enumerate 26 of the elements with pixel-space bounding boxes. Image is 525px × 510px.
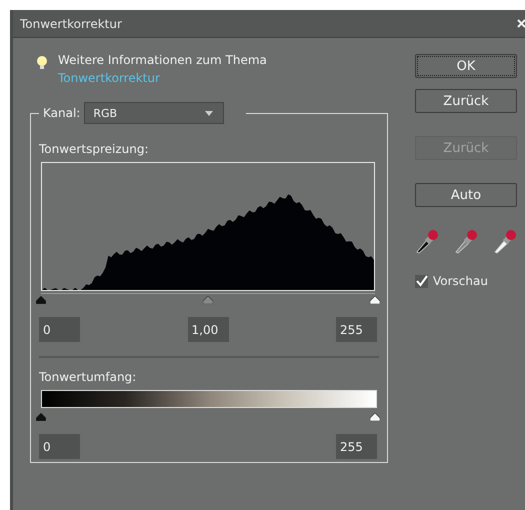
dropdown-caret-icon <box>205 110 214 116</box>
channel-label: Kanal: <box>43 106 80 120</box>
eyedropper-icon[interactable] <box>493 228 517 254</box>
slider-handle[interactable] <box>370 296 380 304</box>
window-title: Tonwertkorrektur <box>19 16 122 30</box>
slider-handle[interactable] <box>36 413 46 421</box>
light-bulb-icon <box>36 55 48 71</box>
slider-handle[interactable] <box>370 413 380 421</box>
value-field[interactable]: 255 <box>336 434 377 459</box>
preview-label[interactable]: Vorschau <box>433 274 488 288</box>
input-levels-label: Tonwertspreizung: <box>38 142 150 156</box>
value-field[interactable]: 255 <box>336 317 377 342</box>
value-field[interactable]: 1,00 <box>188 317 228 342</box>
dialog-button[interactable]: Auto <box>415 183 517 207</box>
value-field[interactable]: 0 <box>39 317 80 342</box>
value-field[interactable]: 0 <box>39 434 80 459</box>
channel-dropdown[interactable]: RGB <box>84 102 224 124</box>
checkbox[interactable] <box>415 274 428 288</box>
output-levels-label: Tonwertumfang: <box>38 370 138 384</box>
info-text: Weitere Informationen zum Thema <box>58 53 267 67</box>
eyedropper-icon[interactable] <box>415 228 439 254</box>
slider-handle[interactable] <box>203 296 213 304</box>
slider-handle[interactable] <box>36 296 46 304</box>
close-icon[interactable] <box>517 18 525 28</box>
dialog-button[interactable]: OK <box>415 54 517 78</box>
dialog-button[interactable]: Zurück <box>415 89 517 113</box>
